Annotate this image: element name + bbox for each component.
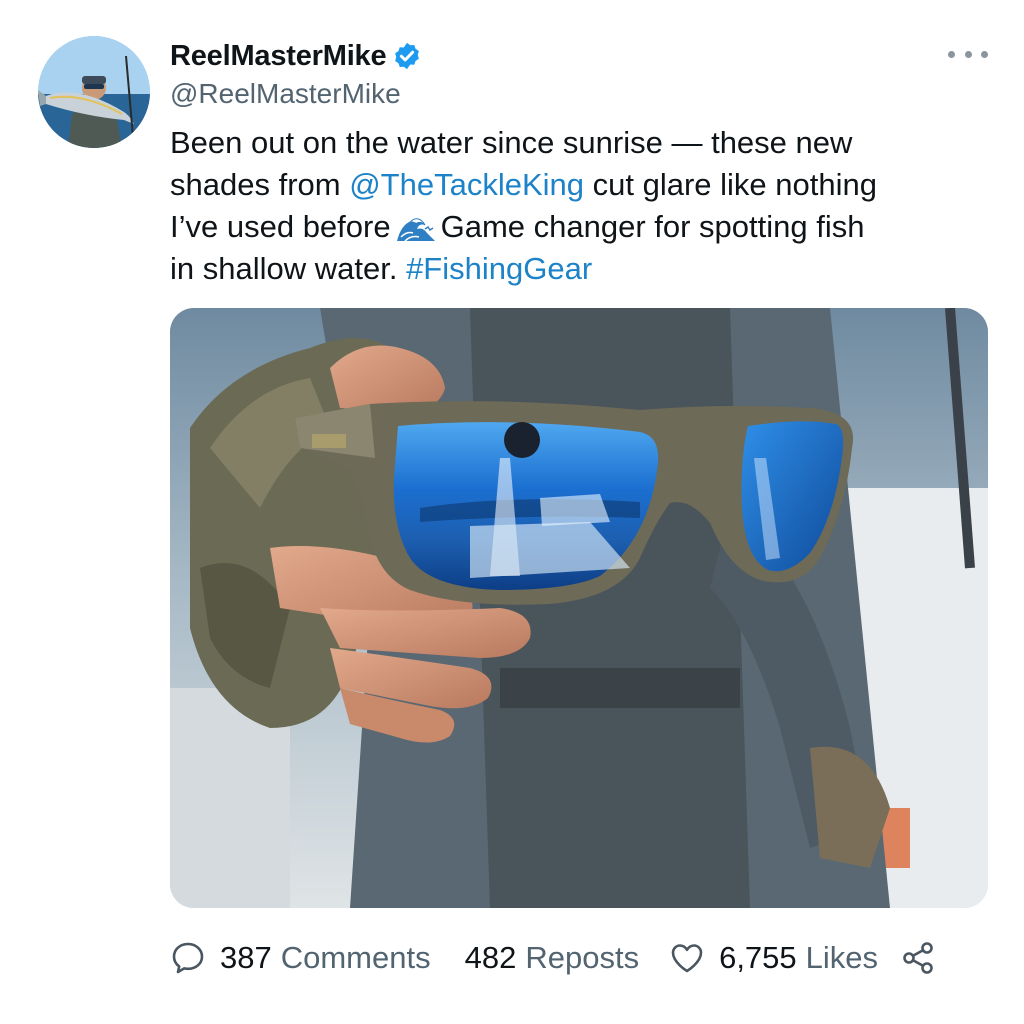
reposts-label: Reposts bbox=[525, 940, 640, 975]
verified-badge-icon bbox=[392, 41, 422, 71]
post-text-segment: shades from bbox=[170, 167, 350, 202]
post-text-line: shades from @TheTackleKing cut glare lik… bbox=[170, 164, 1000, 206]
post-media-photo[interactable] bbox=[170, 308, 988, 908]
post-text-line: Been out on the water since sunrise — th… bbox=[170, 122, 1000, 164]
post-text-line: in shallow water. #FishingGear bbox=[170, 248, 1000, 290]
more-dot-icon bbox=[948, 50, 955, 58]
repost-button[interactable]: 482 Reposts bbox=[465, 940, 639, 976]
sunglasses-photo bbox=[170, 308, 988, 908]
more-options-button[interactable] bbox=[948, 44, 988, 64]
author-name-row[interactable]: ReelMasterMike bbox=[170, 36, 422, 76]
hashtag-link[interactable]: #FishingGear bbox=[406, 251, 592, 286]
more-dot-icon bbox=[964, 50, 972, 58]
likes-count: 6,755 bbox=[719, 940, 797, 975]
mention-link[interactable]: @TheTackleKing bbox=[349, 167, 584, 202]
comment-button[interactable]: 387 Comments bbox=[170, 940, 431, 976]
post-text-segment: Been out on the water since sunrise — th… bbox=[170, 125, 853, 160]
comments-count: 387 bbox=[220, 940, 272, 975]
wave-emoji-icon bbox=[395, 211, 437, 243]
post-text-segment: Game changer for spotting fish bbox=[440, 209, 865, 244]
share-icon bbox=[900, 940, 936, 976]
author-avatar[interactable] bbox=[38, 36, 150, 148]
post-text-segment: in shallow water. bbox=[170, 251, 407, 286]
post-text: Been out on the water since sunrise — th… bbox=[170, 122, 1000, 290]
reposts-count: 482 bbox=[464, 940, 517, 975]
likes-label: Likes bbox=[805, 940, 879, 975]
post-text-segment: cut glare like nothing bbox=[584, 167, 877, 202]
post-text-line: I’ve used before Game changer for spotti… bbox=[170, 206, 1000, 248]
heart-icon bbox=[669, 940, 705, 976]
post-action-bar: 387 Comments 482 Reposts 6,755 Likes bbox=[170, 934, 990, 982]
author-display-name[interactable]: ReelMasterMike bbox=[170, 40, 387, 73]
avatar-photo bbox=[38, 36, 150, 148]
share-button[interactable] bbox=[900, 940, 936, 976]
author-handle[interactable]: @ReelMasterMike bbox=[170, 78, 401, 110]
more-dot-icon bbox=[981, 50, 988, 58]
comments-label: Comments bbox=[280, 940, 431, 975]
post-text-segment: I’ve used before bbox=[170, 209, 391, 244]
comment-bubble-icon bbox=[170, 940, 206, 976]
like-button[interactable]: 6,755 Likes bbox=[669, 940, 878, 976]
